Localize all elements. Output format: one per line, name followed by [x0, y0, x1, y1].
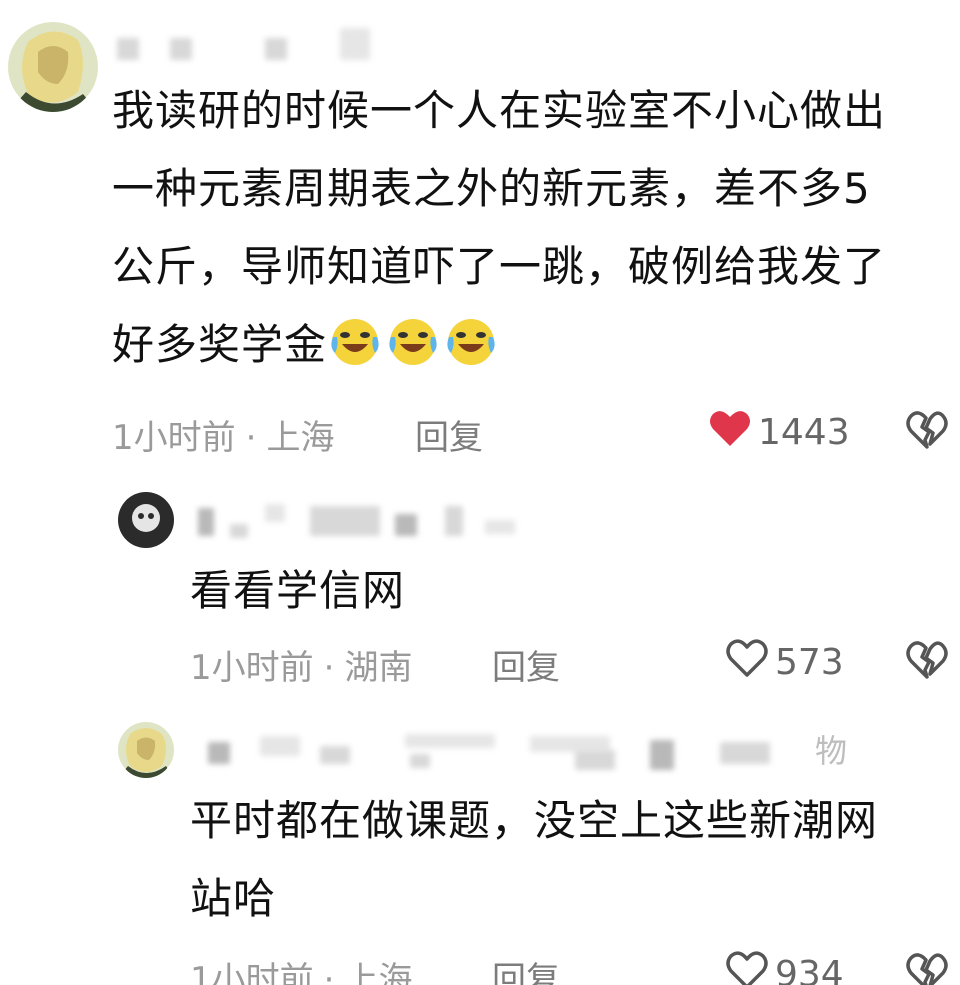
dislike-button[interactable]: [905, 640, 949, 684]
comment-text: 看看学信网: [190, 566, 406, 615]
crying-laughing-emoji: [443, 313, 499, 369]
heart-icon: [725, 638, 775, 687]
comment-text-line: 站哈: [190, 874, 277, 923]
timestamp: 1小时前: [190, 960, 314, 985]
timestamp: 1小时前: [112, 418, 236, 458]
like-count: 573: [775, 642, 844, 683]
reply-button[interactable]: 回复: [492, 640, 560, 689]
location: 上海: [344, 960, 413, 985]
dislike-button[interactable]: [905, 952, 949, 985]
comment-meta: 1小时前 · 上海: [112, 410, 334, 459]
meta-separator: ·: [323, 960, 335, 985]
timestamp: 1小时前: [190, 648, 314, 688]
comment-2: 看看学信网 1小时前 · 湖南 回复 573: [0, 480, 960, 710]
comment-1: 我读研的时候一个人在实验室不小心做出 一种元素周期表之外的新元素，差不多5 公斤…: [0, 0, 960, 470]
user-tag: 物: [815, 732, 848, 770]
heart-icon: [725, 950, 775, 985]
comment-text: 我读研的时候一个人在实验室不小心做出 一种元素周期表之外的新元素，差不多5 公斤…: [112, 72, 952, 384]
comment-text-segment: 好多奖学金: [112, 320, 328, 369]
location: 上海: [266, 418, 335, 458]
like-count: 1443: [758, 412, 850, 453]
like-button[interactable]: 934: [725, 950, 844, 985]
user-avatar[interactable]: [118, 722, 174, 778]
crying-laughing-emoji: [385, 313, 441, 369]
comment-text: 平时都在做课题，没空上这些新潮网 站哈: [190, 782, 950, 938]
dislike-button[interactable]: [905, 410, 949, 454]
meta-separator: ·: [323, 648, 335, 688]
like-button[interactable]: 573: [725, 638, 844, 687]
heart-icon: [708, 408, 758, 457]
comment-text-line: 我读研的时候一个人在实验室不小心做出: [112, 86, 887, 135]
meta-separator: ·: [245, 418, 257, 458]
comment-text-line: 公斤，导师知道吓了一跳，破例给我发了: [112, 242, 887, 291]
comment-meta: 1小时前 · 上海: [190, 952, 412, 985]
reply-button[interactable]: 回复: [415, 410, 483, 459]
comment-text-line: 平时都在做课题，没空上这些新潮网: [190, 796, 879, 845]
username-blurred[interactable]: [190, 730, 810, 770]
user-avatar[interactable]: [118, 492, 174, 548]
like-button[interactable]: 1443: [708, 408, 850, 457]
reply-button[interactable]: 回复: [492, 952, 560, 985]
comment-meta: 1小时前 · 湖南: [190, 640, 412, 689]
username-blurred[interactable]: [190, 500, 530, 540]
broken-heart-icon: [905, 641, 949, 684]
broken-heart-icon: [905, 953, 949, 985]
username-blurred[interactable]: [115, 28, 375, 68]
comment-text-line: 好多奖学金: [112, 306, 952, 384]
broken-heart-icon: [905, 411, 949, 454]
location: 湖南: [344, 648, 413, 688]
comment-3: 物 平时都在做课题，没空上这些新潮网 站哈 1小时前 · 上海 回复 934: [0, 710, 960, 985]
like-count: 934: [775, 954, 844, 985]
user-avatar[interactable]: [8, 22, 98, 112]
comment-text-line: 一种元素周期表之外的新元素，差不多5: [112, 164, 871, 213]
crying-laughing-emoji: [327, 313, 383, 369]
